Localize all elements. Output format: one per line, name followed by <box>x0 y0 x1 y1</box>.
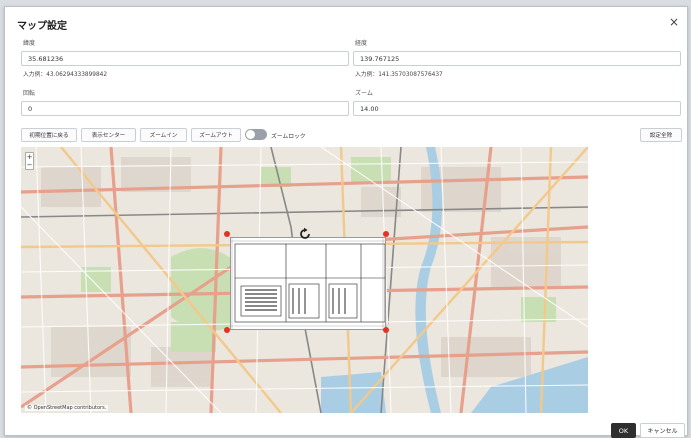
zoom-out-button[interactable]: ズームアウト <box>191 128 241 142</box>
map-view[interactable]: + − © OpenStreetMap contributors. <box>21 147 588 413</box>
cancel-button[interactable]: キャンセル <box>640 423 685 438</box>
rotation-input[interactable] <box>21 101 349 116</box>
zoom-plus-icon[interactable]: + <box>26 153 33 161</box>
map-zoom-control: + − <box>25 152 34 170</box>
floorplan-overlay[interactable] <box>230 237 386 330</box>
ok-button[interactable]: OK <box>611 423 636 438</box>
toggle-knob <box>246 130 255 139</box>
clear-settings-button[interactable]: 設定全除 <box>640 128 682 142</box>
floorplan-drawing <box>231 238 386 329</box>
zoom-lock-label: ズームロック <box>271 134 306 140</box>
close-icon[interactable]: × <box>669 16 679 28</box>
latitude-input[interactable] <box>21 51 349 66</box>
corner-handle-top-left[interactable] <box>224 231 230 237</box>
zoom-label: ズーム <box>355 90 373 97</box>
corner-handle-bottom-left[interactable] <box>224 327 230 333</box>
zoom-lock-toggle[interactable] <box>245 129 267 140</box>
zoom-in-button[interactable]: ズームイン <box>140 128 187 142</box>
zoom-input[interactable] <box>353 101 681 116</box>
rotation-label: 回転 <box>23 90 36 97</box>
dialog-title: マップ設定 <box>17 21 67 32</box>
map-settings-dialog: マップ設定 × 緯度 入力例：43.06294333899842 経度 入力例：… <box>4 6 688 438</box>
zoom-minus-icon[interactable]: − <box>26 161 33 169</box>
longitude-hint: 入力例：141.35703087576437 <box>355 72 443 78</box>
rotate-icon[interactable] <box>298 227 312 241</box>
latitude-hint: 入力例：43.06294333899842 <box>23 72 108 78</box>
corner-handle-bottom-right[interactable] <box>383 327 389 333</box>
longitude-input[interactable] <box>353 51 681 66</box>
longitude-label: 経度 <box>355 40 368 47</box>
display-center-button[interactable]: 表示センター <box>81 128 136 142</box>
latitude-label: 緯度 <box>23 40 36 47</box>
corner-handle-top-right[interactable] <box>383 231 389 237</box>
reset-position-button[interactable]: 初期位置に戻る <box>21 128 77 142</box>
map-attribution[interactable]: © OpenStreetMap contributors. <box>25 405 109 411</box>
